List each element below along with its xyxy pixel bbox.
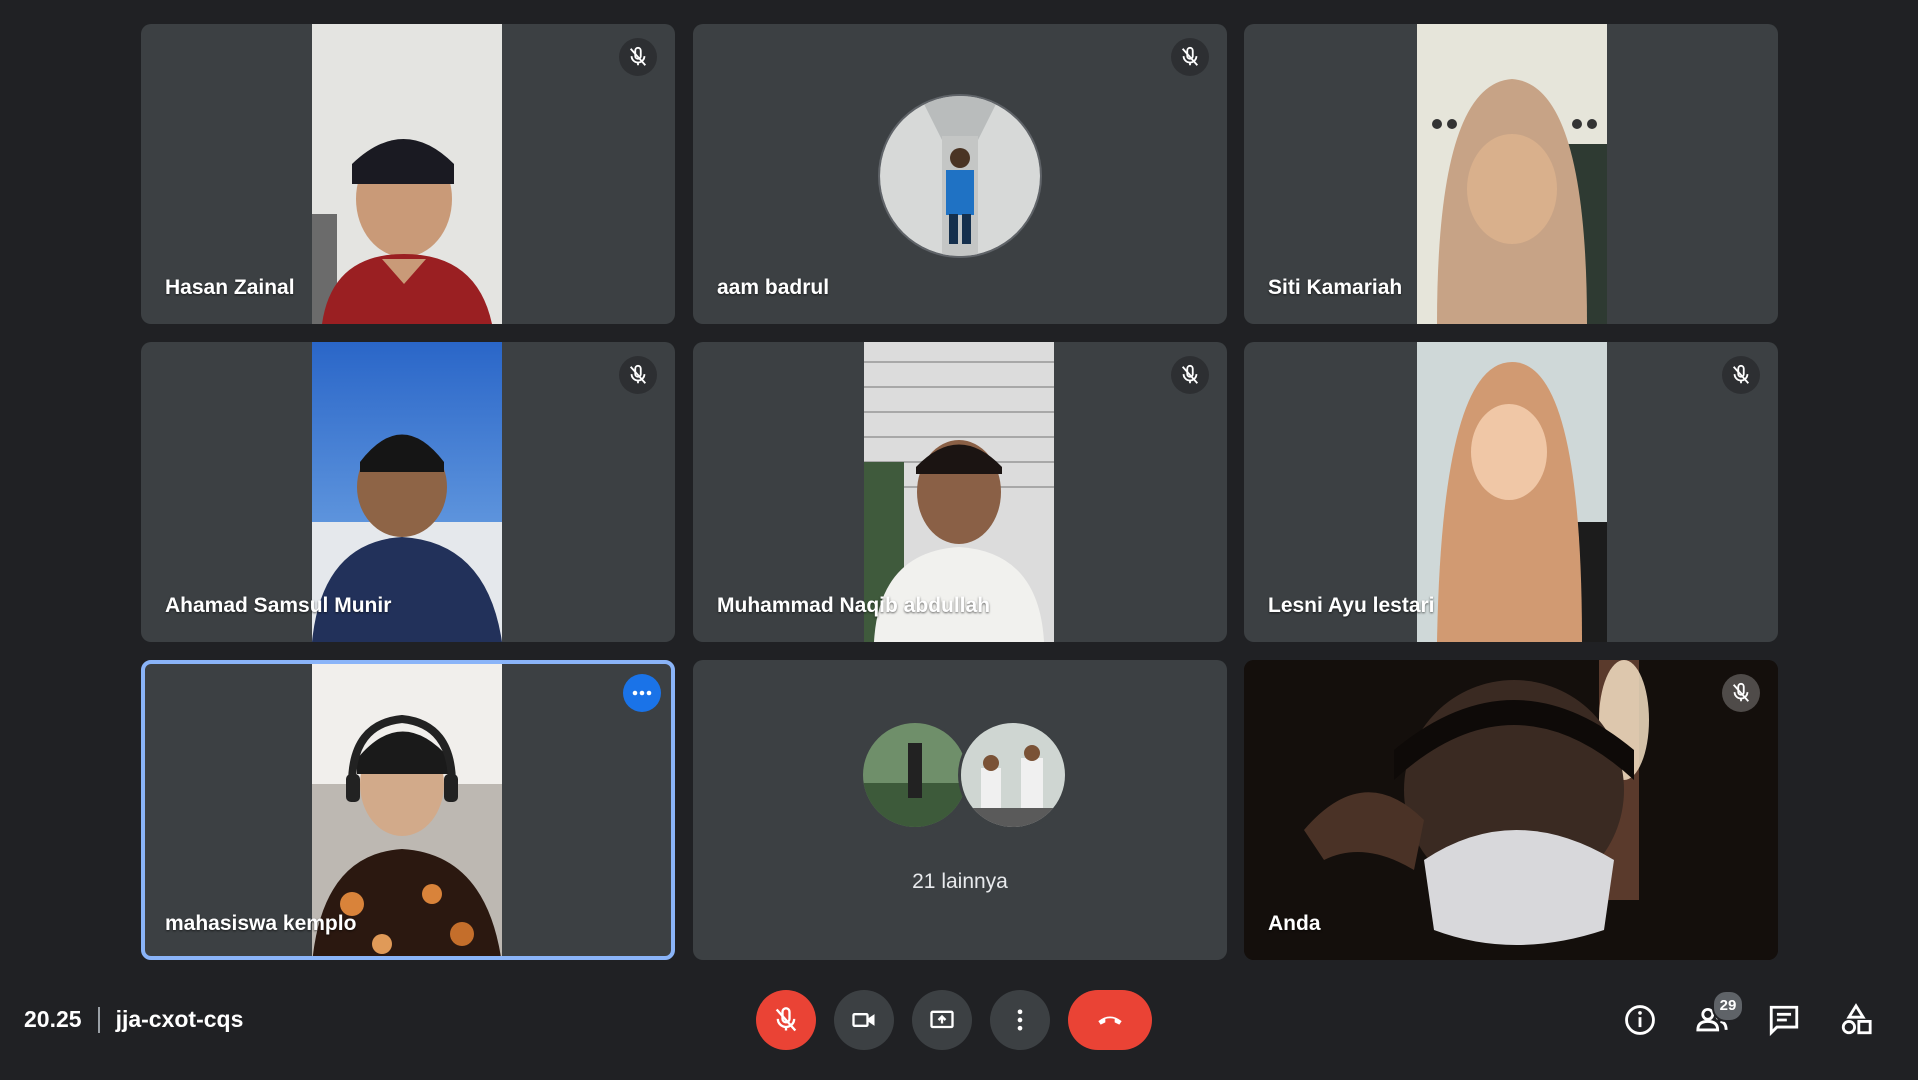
present-screen-icon [930,1010,954,1029]
call-end-icon [1098,1016,1122,1025]
mic-off-icon [619,356,657,394]
others-avatar [958,720,1068,830]
meeting-details-button[interactable] [1618,998,1662,1042]
participant-tile-mahasiswa-kemplo[interactable]: mahasiswa kemplo [141,660,675,960]
participant-tile-aam-badrul[interactable]: aam badrul [693,24,1227,324]
participant-video [1417,24,1607,324]
meeting-code[interactable]: jja-cxot-cqs [116,1006,244,1033]
mic-off-icon [1171,356,1209,394]
info-icon [1625,1005,1655,1035]
meeting-time: 20.25 [24,1006,82,1032]
more-options-button[interactable] [990,990,1050,1050]
mic-toggle-button[interactable] [756,990,816,1050]
more-horiz-icon[interactable] [623,674,661,712]
more-vert-icon [1017,1009,1023,1031]
participant-grid: Hasan Zainal aam badrul Siti Kamariah Ah… [0,0,1918,980]
participant-name: Ahamad Samsul Munir [165,594,392,617]
activities-button[interactable] [1834,998,1878,1042]
camera-toggle-button[interactable] [834,990,894,1050]
participant-tile-muhammad-naqib-abdullah[interactable]: Muhammad Naqib abdullah [693,342,1227,642]
people-count-badge: 29 [1712,990,1744,1022]
participant-video [1244,660,1778,960]
participant-tile-hasan-zainal[interactable]: Hasan Zainal [141,24,675,324]
participant-name: Muhammad Naqib abdullah [717,594,991,617]
participant-video [312,24,502,324]
people-button[interactable]: 29 [1690,990,1744,1042]
avatar [878,94,1042,258]
control-bar: 20.25 jja-cxot-cqs 29 [0,980,1918,1080]
participant-tile-anda[interactable]: Anda [1244,660,1778,960]
participant-name: Hasan Zainal [165,276,295,299]
participant-name: Lesni Ayu lestari [1268,594,1435,617]
participant-name: aam badrul [717,276,830,299]
participant-video [1417,342,1607,642]
mic-off-icon [775,1007,797,1032]
participant-tile-siti-kamariah[interactable]: Siti Kamariah [1244,24,1778,324]
present-button[interactable] [912,990,972,1050]
chat-button[interactable] [1762,998,1806,1042]
meeting-info: 20.25 jja-cxot-cqs [24,1006,243,1033]
others-label: 21 lainnya [912,870,1008,893]
divider [97,1006,100,1033]
others-tile[interactable]: 21 lainnya [693,660,1227,960]
chat-icon [1769,1005,1799,1037]
mic-off-icon [619,38,657,76]
participant-name: Anda [1268,912,1321,935]
others-avatar [860,720,970,830]
participant-name: Siti Kamariah [1268,276,1403,299]
mic-off-icon [1171,38,1209,76]
participant-tile-lesni-ayu-lestari[interactable]: Lesni Ayu lestari [1244,342,1778,642]
mic-off-icon [1722,674,1760,712]
participant-tile-ahamad-samsul-munir[interactable]: Ahamad Samsul Munir [141,342,675,642]
mic-off-icon [1722,356,1760,394]
end-call-button[interactable] [1068,990,1152,1050]
activities-icon [1841,1003,1872,1035]
videocam-icon [852,1013,875,1027]
participant-name: mahasiswa kemplo [165,912,357,935]
